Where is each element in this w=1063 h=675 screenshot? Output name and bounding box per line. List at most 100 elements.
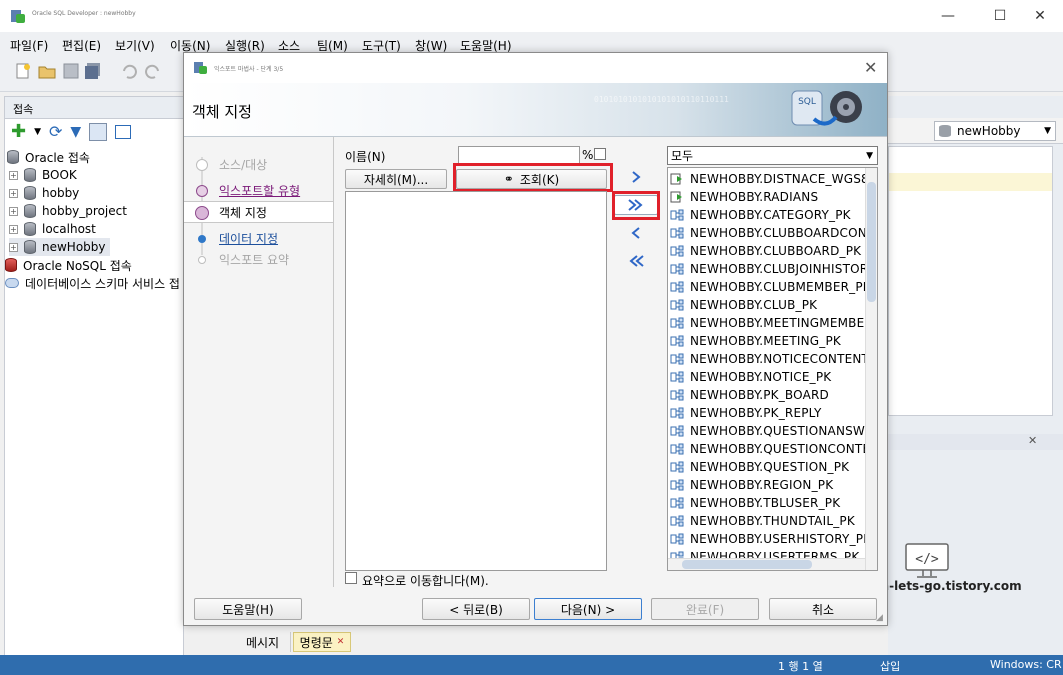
next-button-label: 다음(N) > xyxy=(560,602,616,617)
tree-nosql-connections[interactable]: Oracle NoSQL 접속 xyxy=(5,256,132,274)
menu-view[interactable]: 보기(V) xyxy=(115,37,155,54)
close-window-button[interactable]: ✕ xyxy=(1017,0,1063,32)
object-list-item[interactable]: NEWHOBBY.PK_BOARD xyxy=(670,386,829,404)
connections-tab[interactable]: 접속 xyxy=(5,97,183,119)
selected-objects-list[interactable]: NEWHOBBY.DISTNACE_WGS84 NEWHOBBY.RADIANS N… xyxy=(667,167,878,571)
object-list-item[interactable]: NEWHOBBY.CATEGORY_PK xyxy=(670,206,851,224)
menu-file[interactable]: 파일(F) xyxy=(10,37,48,54)
details-button[interactable]: 자세히(M)... xyxy=(345,169,447,189)
undo-icon[interactable] xyxy=(120,62,138,80)
step-specify-data[interactable]: 데이터 지정 xyxy=(184,227,333,249)
sql-worksheet[interactable] xyxy=(888,146,1053,416)
step-export-types[interactable]: 익스포트할 유형 xyxy=(184,179,333,201)
filter-icon[interactable]: ▼ xyxy=(70,123,81,141)
scrollbar-thumb[interactable] xyxy=(682,560,812,569)
move-selected-right-button[interactable] xyxy=(614,167,658,187)
dropdown-arrow-icon[interactable]: ▼ xyxy=(34,123,41,141)
object-list-item[interactable]: NEWHOBBY.RADIANS xyxy=(670,188,818,206)
step-source-target[interactable]: 소스/대상 xyxy=(184,153,333,175)
finish-button[interactable]: 완료(F) xyxy=(651,598,759,620)
connected-database-icon xyxy=(24,240,36,254)
object-list-item[interactable]: NEWHOBBY.PK_REPLY xyxy=(670,404,822,422)
object-list-item[interactable]: NEWHOBBY.QUESTIONANSWER_PK xyxy=(670,422,877,440)
resize-grip-icon[interactable]: ◢ xyxy=(876,613,883,623)
tree-item-hobby-project[interactable]: + hobby_project xyxy=(9,202,127,220)
save-icon[interactable] xyxy=(62,62,80,80)
database-icon xyxy=(24,222,36,236)
code-monitor-icon: </> xyxy=(905,543,951,579)
expand-icon[interactable]: + xyxy=(9,206,18,216)
object-list-item[interactable]: NEWHOBBY.NOTICE_PK xyxy=(670,368,831,386)
vertical-scrollbar[interactable] xyxy=(865,168,877,570)
tree-item-localhost[interactable]: + localhost xyxy=(9,220,96,238)
tree-schema-service[interactable]: 데이터베이스 스키마 서비스 접 xyxy=(5,274,180,292)
move-selected-left-button[interactable] xyxy=(614,223,658,243)
open-folder-icon[interactable] xyxy=(38,62,56,80)
next-button[interactable]: 다음(N) > xyxy=(534,598,642,620)
tree-item-hobby[interactable]: + hobby xyxy=(9,184,79,202)
horizontal-scrollbar[interactable] xyxy=(668,558,865,570)
chevron-down-icon: ▼ xyxy=(1044,126,1051,136)
chevron-left-icon xyxy=(631,227,640,239)
object-list-item[interactable]: NEWHOBBY.CLUBJOINHISTORY_PK xyxy=(670,260,877,278)
tree-oracle-connections[interactable]: Oracle 접속 xyxy=(7,148,90,166)
object-list-item[interactable]: NEWHOBBY.QUESTION_PK xyxy=(670,458,849,476)
object-name: NEWHOBBY.REGION_PK xyxy=(690,478,834,492)
expand-icon[interactable]: + xyxy=(9,188,18,198)
object-list-item[interactable]: NEWHOBBY.THUNDTAIL_PK xyxy=(670,512,855,530)
object-list-item[interactable]: NEWHOBBY.DISTNACE_WGS84 xyxy=(670,170,877,188)
svg-text:SQL: SQL xyxy=(798,97,816,107)
tab-statements[interactable]: 명령문 ✕ xyxy=(293,632,351,652)
reports-icon[interactable] xyxy=(115,125,132,139)
expand-icon[interactable]: + xyxy=(9,242,18,252)
menu-edit[interactable]: 편집(E) xyxy=(62,37,101,54)
close-icon[interactable]: ✕ xyxy=(864,58,877,77)
object-list-item[interactable]: NEWHOBBY.MEETINGMEMBER_PK xyxy=(670,314,877,332)
step-specify-objects[interactable]: 객체 지정 xyxy=(184,201,333,223)
tree-item-book[interactable]: + BOOK xyxy=(9,166,77,184)
tree-label: 데이터베이스 스키마 서비스 접 xyxy=(25,276,180,291)
wildcard-checkbox[interactable] xyxy=(594,148,606,160)
add-connection-icon[interactable]: ✚ xyxy=(11,123,26,141)
object-list-item[interactable]: NEWHOBBY.MEETING_PK xyxy=(670,332,841,350)
cancel-button[interactable]: 취소 xyxy=(769,598,877,620)
connection-select[interactable]: newHobby ▼ xyxy=(934,121,1056,141)
nosql-icon xyxy=(5,258,17,272)
save-all-icon[interactable] xyxy=(84,62,102,80)
object-list-item[interactable]: NEWHOBBY.CLUB_PK xyxy=(670,296,817,314)
available-objects-list[interactable] xyxy=(345,191,607,571)
redo-icon[interactable] xyxy=(144,62,162,80)
expand-icon[interactable]: + xyxy=(9,170,18,180)
go-to-summary-checkbox[interactable] xyxy=(345,572,357,584)
minimize-button[interactable]: — xyxy=(925,0,971,32)
object-list-item[interactable]: NEWHOBBY.REGION_PK xyxy=(670,476,833,494)
help-button[interactable]: 도움말(H) xyxy=(194,598,302,620)
schema-filter-value: 모두 xyxy=(671,149,694,163)
close-icon[interactable]: ✕ xyxy=(337,637,345,647)
move-all-left-button[interactable] xyxy=(614,251,658,271)
back-button[interactable]: < 뒤로(B) xyxy=(422,598,530,620)
object-list-item[interactable]: NEWHOBBY.QUESTIONCONTENT_PK xyxy=(670,440,877,458)
object-list-item[interactable]: NEWHOBBY.NOTICECONTENT_PK xyxy=(670,350,878,368)
schema-browser-icon[interactable] xyxy=(89,123,108,141)
new-file-icon[interactable] xyxy=(14,62,32,80)
object-list-item[interactable]: NEWHOBBY.CLUBBOARDCONTENT_PK xyxy=(670,224,877,242)
object-name: NEWHOBBY.NOTICECONTENT_PK xyxy=(690,352,878,366)
double-chevron-left-icon xyxy=(629,255,644,267)
index-icon xyxy=(670,515,690,527)
close-icon[interactable]: ✕ xyxy=(1028,434,1037,447)
function-icon xyxy=(670,173,690,185)
object-list-item[interactable]: NEWHOBBY.CLUBMEMBER_PK xyxy=(670,278,871,296)
object-name: NEWHOBBY.TBLUSER_PK xyxy=(690,496,841,510)
index-icon xyxy=(670,497,690,509)
tab-messages[interactable]: 메시지 xyxy=(235,632,291,652)
tree-item-newhobby[interactable]: + newHobby xyxy=(9,238,110,256)
object-list-item[interactable]: NEWHOBBY.CLUBBOARD_PK xyxy=(670,242,861,260)
object-list-item[interactable]: NEWHOBBY.TBLUSER_PK xyxy=(670,494,840,512)
schema-filter-select[interactable]: 모두 ▼ xyxy=(667,146,878,165)
object-list-item[interactable]: NEWHOBBY.USERHISTORY_PK xyxy=(670,530,871,548)
refresh-icon[interactable]: ⟳ xyxy=(49,123,62,141)
scrollbar-thumb[interactable] xyxy=(867,182,876,302)
expand-icon[interactable]: + xyxy=(9,224,18,234)
tree-label: Oracle 접속 xyxy=(25,150,90,165)
